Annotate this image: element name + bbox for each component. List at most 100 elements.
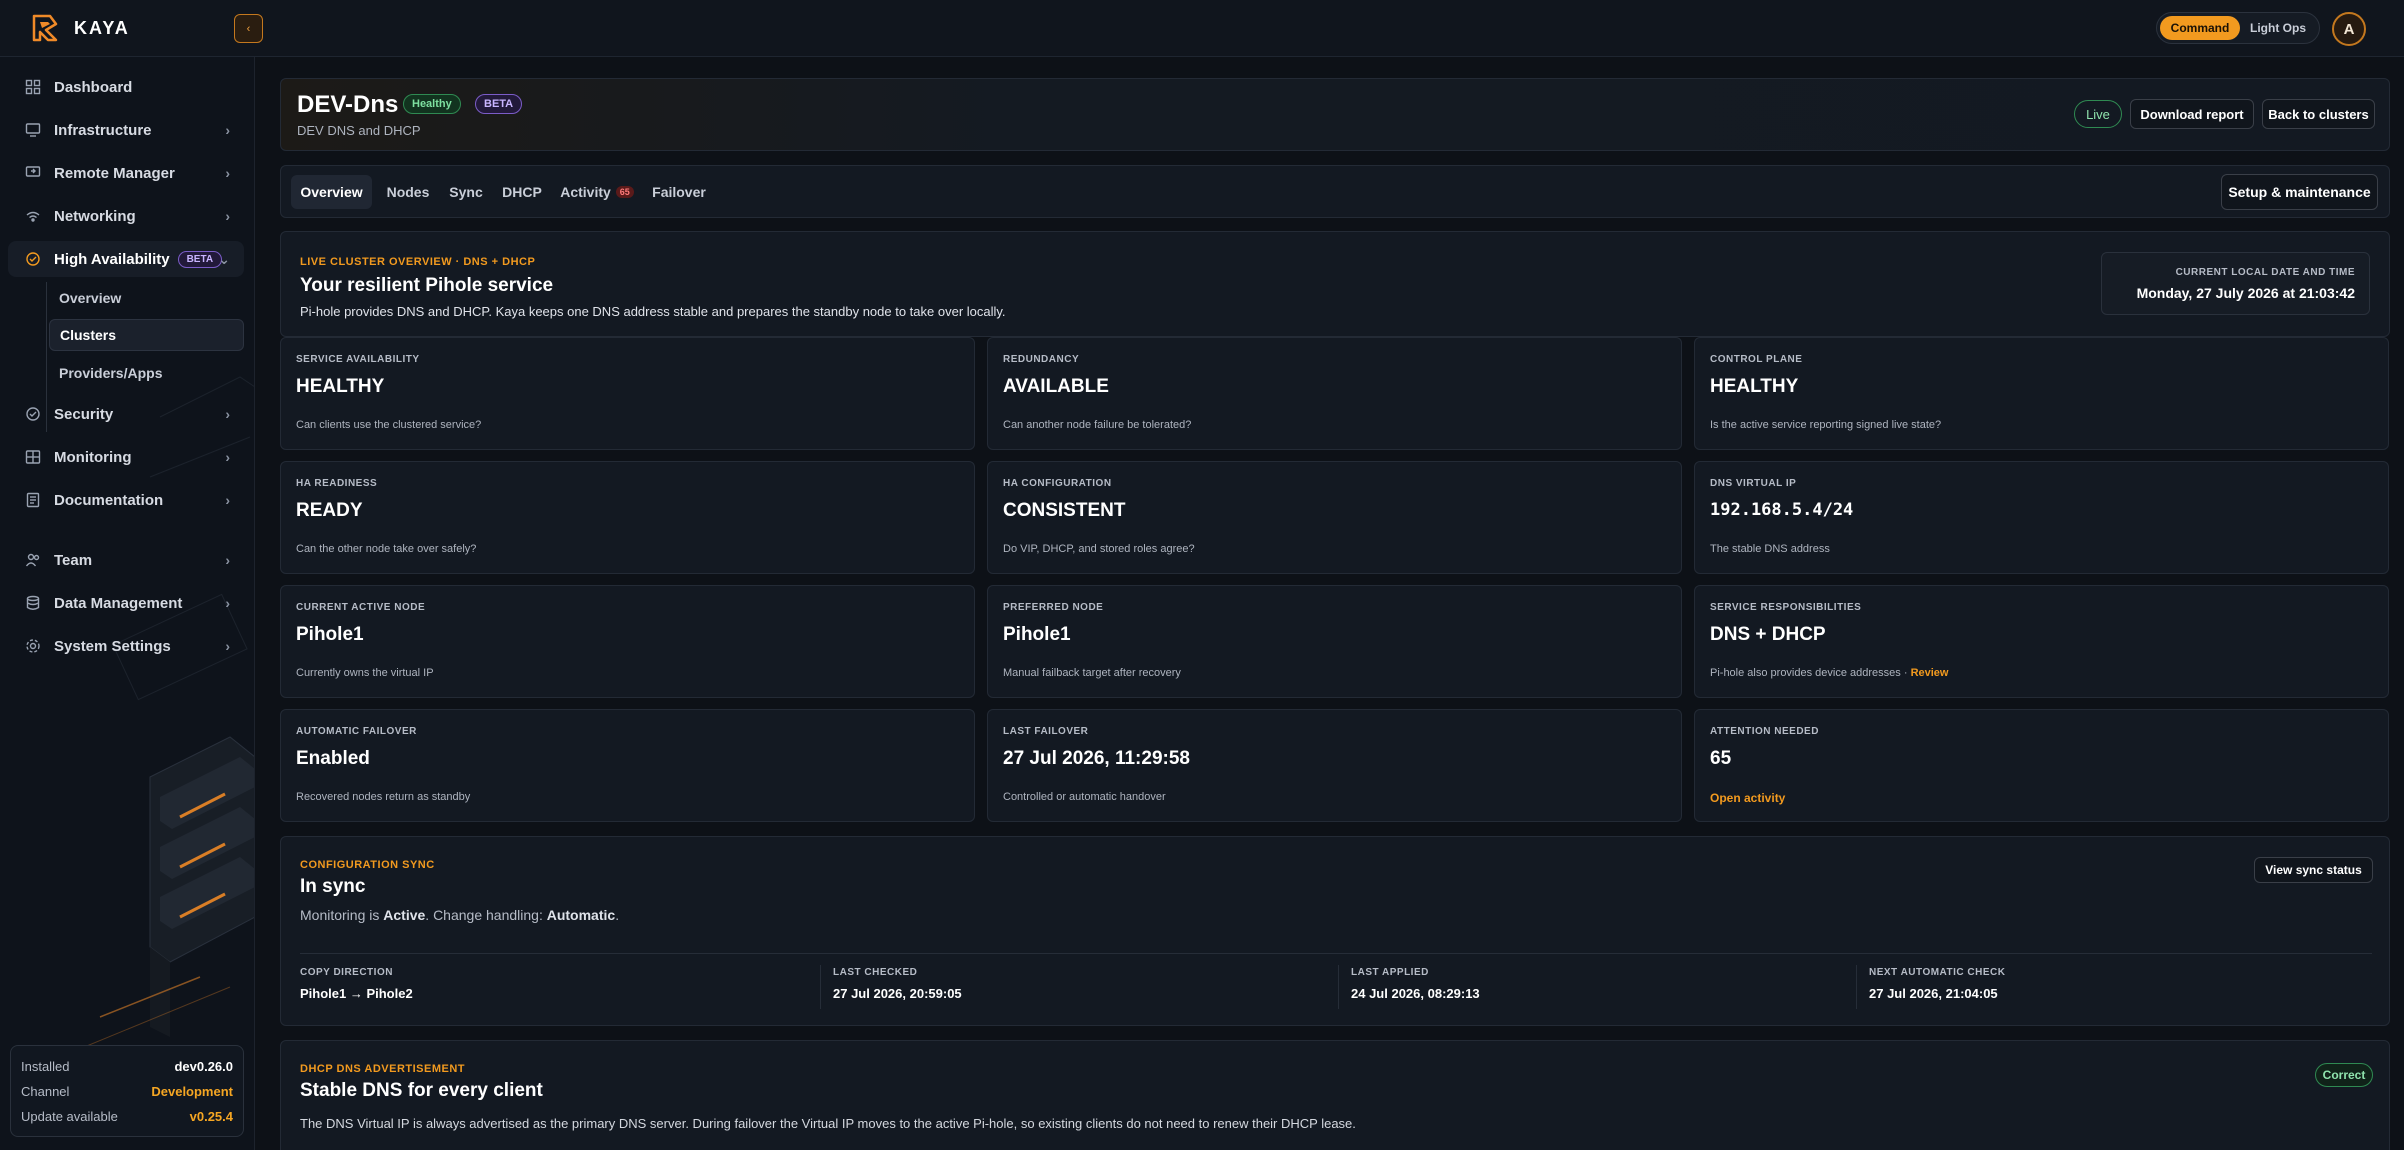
mode-command-button[interactable]: Command xyxy=(2160,16,2240,40)
stat-label: DNS VIRTUAL IP xyxy=(1710,478,1797,489)
dhcp-status-badge: Correct xyxy=(2315,1063,2373,1087)
sidebar-item-data-management[interactable]: Data Management › xyxy=(8,585,244,621)
tab-activity[interactable]: Activity 65 xyxy=(555,175,639,209)
tab-dhcp[interactable]: DHCP xyxy=(497,175,547,209)
chevron-right-icon: › xyxy=(225,165,230,181)
divider xyxy=(1338,965,1339,1009)
sync-eyebrow: CONFIGURATION SYNC xyxy=(300,859,435,871)
doc-icon xyxy=(24,491,42,509)
stat-hint: Is the active service reporting signed l… xyxy=(1710,419,1942,431)
tab-nodes[interactable]: Nodes xyxy=(381,175,435,209)
sync-description: Monitoring is Active. Change handling: A… xyxy=(300,907,619,923)
stat-hint: Can another node failure be tolerated? xyxy=(1003,419,1192,431)
chevron-right-icon: › xyxy=(225,492,230,508)
channel-row: Channel Development xyxy=(21,1079,233,1104)
stat-value: AVAILABLE xyxy=(1003,376,1109,397)
review-link[interactable]: Review xyxy=(1911,667,1949,679)
logo[interactable]: KAYA xyxy=(28,12,130,44)
sidebar-item-remote-manager[interactable]: Remote Manager › xyxy=(8,155,244,191)
stat-value: 27 Jul 2026, 11:29:58 xyxy=(1003,748,1190,769)
chevron-right-icon: › xyxy=(225,449,230,465)
download-report-button[interactable]: Download report xyxy=(2130,99,2254,129)
tab-label: Activity xyxy=(560,184,611,200)
page-header: DEV-Dns Healthy BETA DEV DNS and DHCP Li… xyxy=(280,78,2390,151)
sidebar-subitem-clusters[interactable]: Clusters xyxy=(49,319,244,351)
stat-label: REDUNDANCY xyxy=(1003,354,1080,365)
stat-hint: Do VIP, DHCP, and stored roles agree? xyxy=(1003,543,1195,555)
open-activity-link[interactable]: Open activity xyxy=(1710,791,1785,805)
dashboard-icon xyxy=(24,78,42,96)
stat-control-plane: CONTROL PLANE HEALTHY Is the active serv… xyxy=(1694,337,2389,450)
sidebar-subitem-overview[interactable]: Overview xyxy=(49,282,244,314)
sidebar: Dashboard Infrastructure › Remote Manage… xyxy=(0,57,255,1150)
mode-light-ops-button[interactable]: Light Ops xyxy=(2240,16,2316,40)
stat-label: CURRENT ACTIVE NODE xyxy=(296,602,426,613)
sidebar-item-high-availability[interactable]: High Availability BETA ⌄ xyxy=(8,241,244,277)
live-badge: Live xyxy=(2074,100,2122,128)
mode-toggle[interactable]: Command Light Ops xyxy=(2156,12,2320,44)
stat-preferred-node: PREFERRED NODE Pihole1 Manual failback t… xyxy=(987,585,1682,698)
subitem-label: Overview xyxy=(59,290,122,306)
sidebar-item-monitoring[interactable]: Monitoring › xyxy=(8,439,244,475)
sync-text: . Change handling: xyxy=(425,907,543,923)
sync-col-value: 27 Jul 2026, 20:59:05 xyxy=(833,986,962,1001)
setup-maintenance-button[interactable]: Setup & maintenance xyxy=(2221,174,2378,210)
sidebar-item-team[interactable]: Team › xyxy=(8,542,244,578)
stat-value: 65 xyxy=(1710,748,1732,769)
overview-banner: LIVE CLUSTER OVERVIEW · DNS + DHCP Your … xyxy=(280,231,2390,337)
chevron-right-icon: › xyxy=(225,638,230,654)
clock-label: CURRENT LOCAL DATE AND TIME xyxy=(2175,267,2355,278)
stat-hint: Controlled or automatic handover xyxy=(1003,791,1166,803)
dhcp-description: The DNS Virtual IP is always advertised … xyxy=(300,1116,1356,1131)
sync-next-check: NEXT AUTOMATIC CHECK 27 Jul 2026, 21:04:… xyxy=(1869,967,2369,1001)
stat-hint: Can clients use the clustered service? xyxy=(296,419,482,431)
sync-copy-direction: COPY DIRECTION Pihole1 → Pihole2 xyxy=(300,967,800,1001)
back-to-clusters-button[interactable]: Back to clusters xyxy=(2262,99,2375,129)
tab-failover[interactable]: Failover xyxy=(647,175,711,209)
stat-value: Pihole1 xyxy=(296,624,364,645)
update-value[interactable]: v0.25.4 xyxy=(190,1109,233,1124)
sidebar-item-networking[interactable]: Networking › xyxy=(8,198,244,234)
page-subtitle: DEV DNS and DHCP xyxy=(297,123,421,138)
sidebar-item-infrastructure[interactable]: Infrastructure › xyxy=(8,112,244,148)
stat-value: CONSISTENT xyxy=(1003,500,1126,521)
avatar[interactable]: A xyxy=(2332,12,2366,46)
sidebar-item-documentation[interactable]: Documentation › xyxy=(8,482,244,518)
stat-label: CONTROL PLANE xyxy=(1710,354,1803,365)
divider xyxy=(820,965,821,1009)
stat-last-failover: LAST FAILOVER 27 Jul 2026, 11:29:58 Cont… xyxy=(987,709,1682,822)
collapse-sidebar-button[interactable]: ‹ xyxy=(234,14,263,43)
installed-row: Installed dev0.26.0 xyxy=(21,1054,233,1079)
installed-label: Installed xyxy=(21,1059,70,1074)
tab-overview[interactable]: Overview xyxy=(291,175,372,209)
app-name: KAYA xyxy=(74,17,130,38)
stat-value: Pihole1 xyxy=(1003,624,1071,645)
sync-last-applied: LAST APPLIED 24 Jul 2026, 08:29:13 xyxy=(1351,967,1851,1001)
activity-count-badge: 65 xyxy=(615,186,634,198)
chevron-right-icon: › xyxy=(225,208,230,224)
sync-col-value: 27 Jul 2026, 21:04:05 xyxy=(1869,986,1998,1001)
sidebar-item-dashboard[interactable]: Dashboard xyxy=(8,69,244,105)
grid-icon xyxy=(24,448,42,466)
stat-label: LAST FAILOVER xyxy=(1003,726,1089,737)
sync-col-label: LAST APPLIED xyxy=(1351,967,1429,978)
view-sync-status-button[interactable]: View sync status xyxy=(2254,857,2373,883)
overview-description: Pi-hole provides DNS and DHCP. Kaya keep… xyxy=(300,304,1006,319)
tab-sync[interactable]: Sync xyxy=(443,175,489,209)
stat-label: AUTOMATIC FAILOVER xyxy=(296,726,417,737)
shield-icon xyxy=(24,405,42,423)
stat-label: HA CONFIGURATION xyxy=(1003,478,1112,489)
sync-text: Monitoring is xyxy=(300,907,380,923)
sync-title: In sync xyxy=(300,876,366,897)
stat-hint: Pi-hole also provides device addresses ·… xyxy=(1710,667,1948,679)
sidebar-item-label: Infrastructure xyxy=(54,121,152,139)
stat-label: HA READINESS xyxy=(296,478,378,489)
sidebar-item-label: System Settings xyxy=(54,637,171,655)
sidebar-item-security[interactable]: Security › xyxy=(8,396,244,432)
update-row[interactable]: Update available v0.25.4 xyxy=(21,1104,233,1129)
sidebar-item-system-settings[interactable]: System Settings › xyxy=(8,628,244,664)
stat-value: HEALTHY xyxy=(296,376,385,397)
stat-label: PREFERRED NODE xyxy=(1003,602,1104,613)
sidebar-subitem-providers-apps[interactable]: Providers/Apps xyxy=(49,357,244,389)
stat-redundancy: REDUNDANCY AVAILABLE Can another node fa… xyxy=(987,337,1682,450)
